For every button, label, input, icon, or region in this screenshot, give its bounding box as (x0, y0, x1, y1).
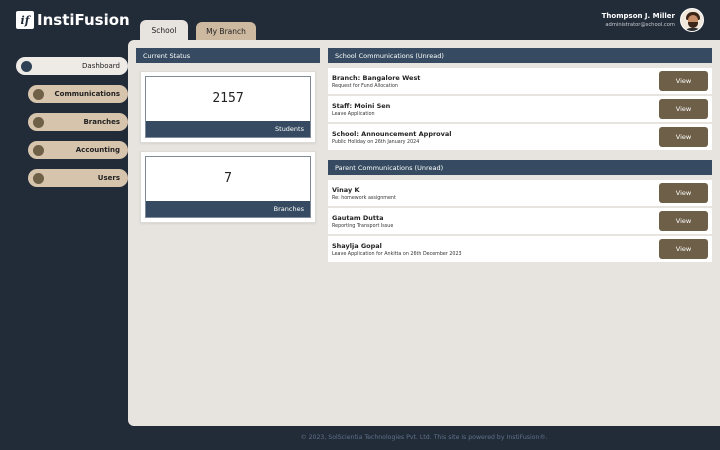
current-status-header: Current Status (136, 48, 320, 63)
sidebar-item-label: Branches (83, 118, 120, 126)
comm-title: Shaylja Gopal (332, 242, 382, 250)
user-profile[interactable]: Thompson J. Miller administrator@school.… (602, 8, 704, 32)
list-item: Gautam Dutta Reporting Transport Issue V… (328, 208, 712, 234)
sidebar-item-label: Accounting (75, 146, 120, 154)
comm-title: Staff: Moini Sen (332, 102, 391, 110)
comm-title: Branch: Bangalore West (332, 74, 421, 82)
user-name: Thompson J. Miller (601, 12, 675, 20)
logo-text: InstiFusion (37, 11, 130, 29)
user-email: administrator@school.com (605, 22, 675, 28)
students-label: Students (146, 121, 310, 137)
view-button[interactable]: View (659, 127, 708, 147)
students-stat-card[interactable]: 2157 Students (140, 71, 316, 143)
view-button[interactable]: View (659, 183, 708, 203)
tab-my-branch[interactable]: My Branch (196, 22, 256, 40)
user-avatar-icon[interactable] (680, 8, 704, 32)
branches-dot-icon (33, 117, 44, 128)
sidebar-item-communications[interactable]: Communications (28, 85, 128, 103)
branches-count: 7 (224, 171, 232, 186)
logo-mark-icon: if (16, 11, 34, 29)
list-item: Branch: Bangalore West Request for Fund … (328, 68, 712, 94)
sidebar-item-label: Communications (54, 90, 120, 98)
comm-subtitle: Leave Application for Ankitta on 26th De… (332, 251, 462, 257)
comm-subtitle: Re: homework assignment (332, 195, 396, 201)
comm-subtitle: Leave Application (332, 111, 375, 117)
list-item: Vinay K Re: homework assignment View (328, 180, 712, 206)
tab-school[interactable]: School (140, 20, 188, 40)
comm-title: Vinay K (332, 186, 360, 194)
comm-title: Gautam Dutta (332, 214, 384, 222)
branches-stat-card[interactable]: 7 Branches (140, 151, 316, 223)
list-item: Shaylja Gopal Leave Application for Anki… (328, 236, 712, 262)
view-button[interactable]: View (659, 71, 708, 91)
sidebar-item-dashboard[interactable]: Dashboard (16, 57, 128, 75)
students-count: 2157 (212, 91, 244, 106)
dashboard-dot-icon (21, 61, 32, 72)
sidebar-item-label: Dashboard (82, 62, 120, 70)
comm-subtitle: Reporting Transport Issue (332, 223, 394, 229)
comm-subtitle: Public Holiday on 26th January 2024 (332, 139, 420, 145)
sidebar-item-users[interactable]: Users (28, 169, 128, 187)
school-communications-header: School Communications (Unread) (328, 48, 712, 63)
app-logo[interactable]: if InstiFusion (16, 11, 130, 29)
parent-communications-header: Parent Communications (Unread) (328, 160, 712, 175)
view-button[interactable]: View (659, 211, 708, 231)
list-item: Staff: Moini Sen Leave Application View (328, 96, 712, 122)
sidebar-item-branches[interactable]: Branches (28, 113, 128, 131)
view-button[interactable]: View (659, 99, 708, 119)
users-dot-icon (33, 173, 44, 184)
communications-dot-icon (33, 89, 44, 100)
list-item: School: Announcement Approval Public Hol… (328, 124, 712, 150)
view-button[interactable]: View (659, 239, 708, 259)
branches-label: Branches (146, 201, 310, 217)
accounting-dot-icon (33, 145, 44, 156)
comm-subtitle: Request for Fund Allocation (332, 83, 398, 89)
sidebar-item-label: Users (97, 174, 120, 182)
footer-text: © 2023, SolScientia Technologies Pvt. Lt… (300, 434, 548, 441)
sidebar-item-accounting[interactable]: Accounting (28, 141, 128, 159)
comm-title: School: Announcement Approval (332, 130, 452, 138)
